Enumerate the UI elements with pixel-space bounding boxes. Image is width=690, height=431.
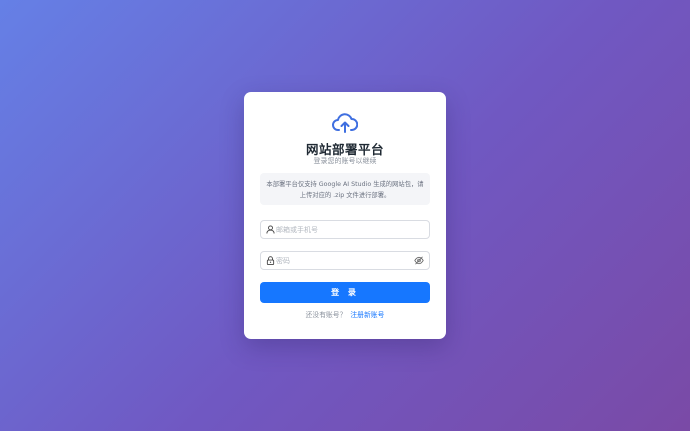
register-link[interactable]: 注册新账号	[350, 311, 384, 319]
page-subtitle: 登录您的账号以继续	[313, 157, 377, 165]
no-account-text: 还没有账号？	[305, 311, 347, 319]
login-card: 网站部署平台 登录您的账号以继续 本部署平台仅支持 Google AI Stud…	[244, 92, 446, 339]
cloud-upload-icon	[332, 113, 358, 133]
user-icon	[266, 225, 275, 234]
deploy-notice: 本部署平台仅支持 Google AI Studio 生成的网站包，请上传对应的 …	[260, 173, 430, 205]
login-button[interactable]: 登 录	[260, 282, 430, 303]
signup-prompt: 还没有账号？ 注册新账号	[244, 309, 446, 319]
username-input[interactable]	[276, 221, 411, 238]
password-field[interactable]	[260, 251, 430, 270]
lock-icon	[266, 256, 275, 265]
password-input[interactable]	[276, 252, 411, 269]
eye-off-icon[interactable]	[414, 256, 424, 265]
username-field[interactable]	[260, 220, 430, 239]
